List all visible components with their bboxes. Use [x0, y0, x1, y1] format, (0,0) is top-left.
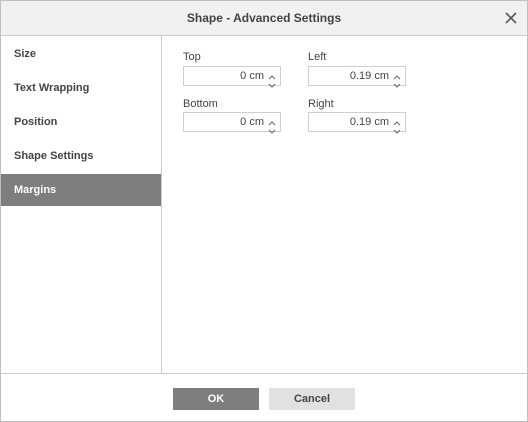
chevron-up-icon[interactable] — [391, 68, 403, 80]
margins-panel: Top Left Bottom Right — [162, 36, 527, 373]
sidebar-item-size[interactable]: Size — [1, 38, 161, 70]
left-label: Left — [308, 51, 327, 63]
left-margin-spinner — [308, 66, 406, 88]
top-label: Top — [183, 51, 201, 63]
chevron-down-icon[interactable] — [391, 77, 403, 88]
sidebar-item-shape-settings[interactable]: Shape Settings — [1, 140, 161, 172]
dialog-footer: OK Cancel — [1, 373, 527, 422]
cancel-button[interactable]: Cancel — [269, 388, 355, 410]
right-margin-input[interactable] — [309, 113, 393, 131]
chevron-up-icon[interactable] — [266, 68, 278, 80]
top-margin-input[interactable] — [184, 67, 268, 85]
bottom-label: Bottom — [183, 98, 218, 110]
sidebar-item-text-wrapping[interactable]: Text Wrapping — [1, 72, 161, 104]
close-icon[interactable] — [503, 10, 519, 26]
bottom-margin-spinner — [183, 112, 281, 134]
sidebar-item-margins[interactable]: Margins — [1, 174, 161, 206]
chevron-down-icon[interactable] — [266, 123, 278, 134]
dialog-header: Shape - Advanced Settings — [1, 1, 527, 36]
dialog-title: Shape - Advanced Settings — [186, 11, 342, 25]
settings-sidebar: Size Text Wrapping Position Shape Settin… — [1, 36, 162, 373]
chevron-down-icon[interactable] — [266, 77, 278, 88]
right-label: Right — [308, 98, 334, 110]
chevron-up-icon[interactable] — [391, 114, 403, 126]
chevron-down-icon[interactable] — [391, 123, 403, 134]
ok-button[interactable]: OK — [173, 388, 259, 410]
left-margin-input[interactable] — [309, 67, 393, 85]
sidebar-item-position[interactable]: Position — [1, 106, 161, 138]
bottom-margin-input[interactable] — [184, 113, 268, 131]
right-margin-spinner — [308, 112, 406, 134]
chevron-up-icon[interactable] — [266, 114, 278, 126]
top-margin-spinner — [183, 66, 281, 88]
advanced-settings-dialog: Shape - Advanced Settings Size Text Wrap… — [0, 0, 528, 422]
